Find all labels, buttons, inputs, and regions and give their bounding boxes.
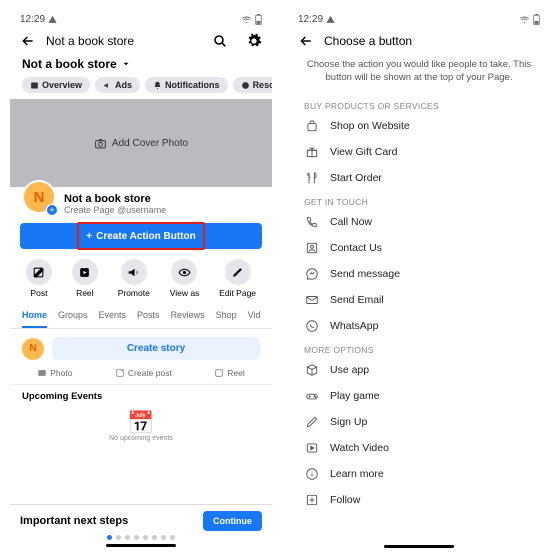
wifi-icon — [241, 15, 252, 24]
status-time: 12:29 — [20, 14, 45, 25]
contact-icon — [304, 241, 320, 255]
nav-handle[interactable] — [106, 544, 176, 547]
option-message[interactable]: Send message — [288, 261, 550, 287]
option-learn[interactable]: Learn more — [288, 461, 550, 487]
composer-post[interactable]: Create post — [115, 368, 172, 378]
composer-photo[interactable]: Photo — [37, 368, 72, 378]
section-touch: GET IN TOUCH — [288, 191, 550, 209]
page-name-row[interactable]: Not a book store — [10, 55, 272, 77]
option-follow[interactable]: Follow — [288, 487, 550, 513]
option-email[interactable]: Send Email — [288, 287, 550, 313]
profile-row: N + Not a book store Create Page @userna… — [10, 187, 272, 221]
avatar[interactable]: N + — [22, 180, 56, 214]
qa-edit[interactable]: Edit Page — [219, 259, 256, 298]
warning-icon — [48, 15, 57, 24]
tab-home[interactable]: Home — [22, 304, 47, 328]
qa-promote[interactable]: Promote — [118, 259, 150, 298]
create-action-button[interactable]: + Create Action Button — [20, 223, 262, 249]
mail-icon — [304, 293, 320, 307]
tab-reviews[interactable]: Reviews — [171, 304, 205, 328]
chips-row: Overview Ads Notifications Resources & — [10, 77, 272, 99]
bag-icon — [304, 119, 320, 133]
follow-icon — [304, 493, 320, 507]
section-more: MORE OPTIONS — [288, 339, 550, 357]
section-buy: BUY PRODUCTS OR SERVICES — [288, 95, 550, 113]
upcoming-empty: No upcoming events — [10, 435, 272, 442]
composer-actions: Photo Create post Reel — [10, 368, 272, 385]
profile-sub: Create Page @username — [64, 205, 166, 215]
play-icon — [304, 441, 320, 455]
gamepad-icon — [304, 389, 320, 403]
chip-overview[interactable]: Overview — [22, 77, 90, 93]
qa-viewas[interactable]: View as — [170, 259, 200, 298]
choose-button-screen: 12:29 Choose a button Choose the action … — [288, 10, 550, 550]
chip-resources[interactable]: Resources & — [233, 77, 272, 93]
option-contact[interactable]: Contact Us — [288, 235, 550, 261]
option-signup[interactable]: Sign Up — [288, 409, 550, 435]
header-title: Not a book store — [46, 34, 202, 48]
plus-icon: + — [46, 204, 58, 216]
option-app[interactable]: Use app — [288, 357, 550, 383]
search-icon[interactable] — [212, 33, 228, 49]
tabs: Home Groups Events Posts Reviews Shop Vi… — [10, 304, 272, 329]
nav-handle[interactable] — [384, 545, 454, 548]
quick-actions: Post Reel Promote View as Edit Page — [10, 255, 272, 304]
gift-icon — [304, 145, 320, 159]
mini-avatar[interactable]: N — [22, 338, 44, 360]
description: Choose the action you would like people … — [288, 55, 550, 95]
battery-icon — [533, 14, 540, 25]
pager-dots — [20, 531, 262, 542]
option-shop[interactable]: Shop on Website — [288, 113, 550, 139]
page-name: Not a book store — [22, 57, 117, 71]
option-gift[interactable]: View Gift Card — [288, 139, 550, 165]
header: Choose a button — [288, 25, 550, 55]
camera-icon — [94, 137, 107, 150]
info-icon — [304, 467, 320, 481]
warning-icon — [326, 15, 335, 24]
continue-button[interactable]: Continue — [203, 511, 262, 531]
phone-icon — [304, 215, 320, 229]
chip-ads[interactable]: Ads — [95, 77, 140, 93]
whatsapp-icon — [304, 319, 320, 333]
composer-reel[interactable]: Reel — [214, 368, 244, 378]
bottom-bar: Important next steps Continue — [10, 504, 272, 550]
status-bar: 12:29 — [288, 10, 550, 25]
qa-reel[interactable]: Reel — [72, 259, 98, 298]
wifi-icon — [519, 15, 530, 24]
back-icon[interactable] — [20, 33, 36, 49]
cover-label: Add Cover Photo — [112, 138, 188, 149]
calendar-icon: 📅 — [10, 408, 272, 437]
tab-groups[interactable]: Groups — [58, 304, 88, 328]
battery-icon — [255, 14, 262, 25]
back-icon[interactable] — [298, 33, 314, 49]
status-time: 12:29 — [298, 14, 323, 25]
tab-videos[interactable]: Vid — [248, 304, 261, 328]
caret-down-icon — [121, 59, 131, 69]
qa-post[interactable]: Post — [26, 259, 52, 298]
option-order[interactable]: Start Order — [288, 165, 550, 191]
header: Not a book store — [10, 25, 272, 55]
option-game[interactable]: Play game — [288, 383, 550, 409]
option-call[interactable]: Call Now — [288, 209, 550, 235]
page-admin-screen: 12:29 Not a book store Not a book store … — [10, 10, 272, 550]
header-title: Choose a button — [324, 34, 540, 48]
gear-icon[interactable] — [246, 33, 262, 49]
cube-icon — [304, 363, 320, 377]
tab-posts[interactable]: Posts — [137, 304, 160, 328]
tab-events[interactable]: Events — [99, 304, 127, 328]
messenger-icon — [304, 267, 320, 281]
option-video[interactable]: Watch Video — [288, 435, 550, 461]
cover-photo-area[interactable]: Add Cover Photo — [10, 99, 272, 187]
status-bar: 12:29 — [10, 10, 272, 25]
next-steps-title: Important next steps — [20, 515, 128, 527]
create-story-button[interactable]: Create story — [52, 337, 260, 360]
plus-icon: + — [86, 231, 92, 242]
tab-shop[interactable]: Shop — [216, 304, 237, 328]
profile-name: Not a book store — [64, 193, 166, 205]
option-whatsapp[interactable]: WhatsApp — [288, 313, 550, 339]
upcoming-events-header: Upcoming Events — [10, 385, 272, 408]
utensils-icon — [304, 171, 320, 185]
pen-icon — [304, 415, 320, 429]
chip-notifications[interactable]: Notifications — [145, 77, 228, 93]
